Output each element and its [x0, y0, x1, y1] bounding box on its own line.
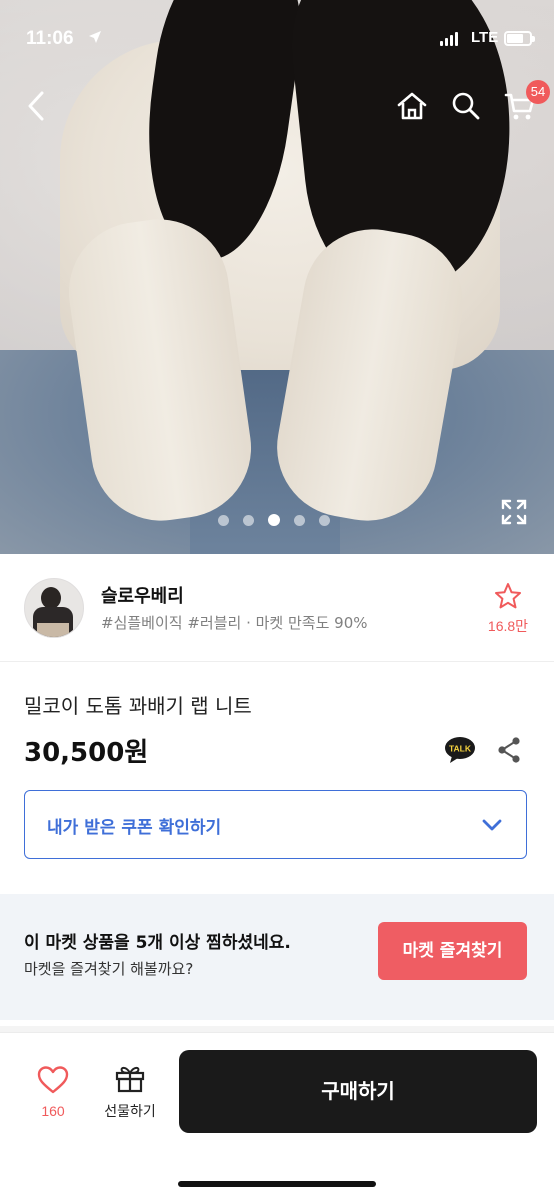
status-bar: 11:06 LTE [0, 24, 554, 60]
gallery-dot[interactable] [218, 514, 229, 526]
gallery-pagination [218, 514, 330, 526]
gallery-dot[interactable] [243, 514, 254, 526]
expand-image-button[interactable] [500, 498, 528, 526]
follow-market-banner: 이 마켓 상품을 5개 이상 찜하셨네요. 마켓을 즐겨찾기 해볼까요? 마켓 … [0, 894, 554, 1020]
gallery-dot[interactable] [294, 514, 305, 526]
banner-title: 이 마켓 상품을 5개 이상 찜하셨네요. [24, 933, 291, 953]
cart-count-badge: 54 [526, 80, 550, 104]
cart-button[interactable]: 54 [500, 80, 550, 126]
kakao-talk-button[interactable]: TALK [444, 736, 476, 764]
share-icon [498, 737, 520, 763]
favorite-count: 16.8만 [487, 618, 529, 634]
buy-button[interactable]: 구매하기 [179, 1050, 537, 1133]
banner-subtitle: 마켓을 즐겨찾기 해볼까요? [24, 960, 194, 978]
kakao-talk-icon: TALK [445, 737, 475, 763]
seller-name[interactable]: 슬로우베리 [101, 582, 184, 608]
search-icon [452, 92, 480, 120]
back-button[interactable] [16, 86, 56, 126]
like-count: 160 [41, 1103, 65, 1119]
coupon-dropdown[interactable]: 내가 받은 쿠폰 확인하기 [24, 790, 527, 859]
seller-avatar[interactable] [24, 578, 84, 638]
gallery-dot-active[interactable] [268, 514, 280, 526]
like-button[interactable]: 160 [24, 1065, 82, 1119]
gallery-dot[interactable] [319, 514, 330, 526]
home-indicator [178, 1181, 376, 1187]
kakao-talk-label: TALK [449, 744, 472, 754]
back-icon [28, 91, 44, 121]
follow-market-button[interactable]: 마켓 즐겨찾기 [378, 922, 527, 980]
bottom-action-bar: 160 선물하기 구매하기 [0, 1032, 554, 1200]
coupon-label: 내가 받은 쿠폰 확인하기 [47, 818, 222, 838]
favorite-market-button[interactable]: 16.8만 [480, 582, 536, 636]
signal-icon [440, 32, 458, 46]
expand-icon [501, 499, 527, 525]
share-button[interactable] [496, 736, 522, 764]
avatar-head [41, 587, 61, 609]
status-time: 11:06 [26, 28, 74, 49]
network-label: LTE [471, 29, 499, 46]
gift-icon [115, 1066, 145, 1093]
chevron-down-icon [482, 819, 502, 831]
avatar-skirt [37, 623, 69, 637]
product-title: 밀코이 도톰 꽈배기 랩 니트 [24, 694, 252, 718]
search-button[interactable] [446, 86, 486, 126]
location-arrow-icon [88, 30, 102, 48]
battery-icon [504, 31, 535, 46]
top-navigation: 54 [0, 80, 554, 134]
seller-tags: #심플베이직 #러블리 · 마켓 만족도 90% [101, 614, 368, 632]
star-outline-icon [495, 583, 521, 609]
heart-outline-icon [37, 1066, 69, 1094]
home-button[interactable] [392, 86, 432, 126]
seller-row[interactable]: 슬로우베리 #심플베이직 #러블리 · 마켓 만족도 90% 16.8만 [0, 554, 554, 662]
gift-label: 선물하기 [104, 1104, 156, 1120]
home-icon [397, 92, 427, 120]
product-price: 30,500원 [24, 738, 149, 768]
gift-button[interactable]: 선물하기 [96, 1063, 164, 1121]
